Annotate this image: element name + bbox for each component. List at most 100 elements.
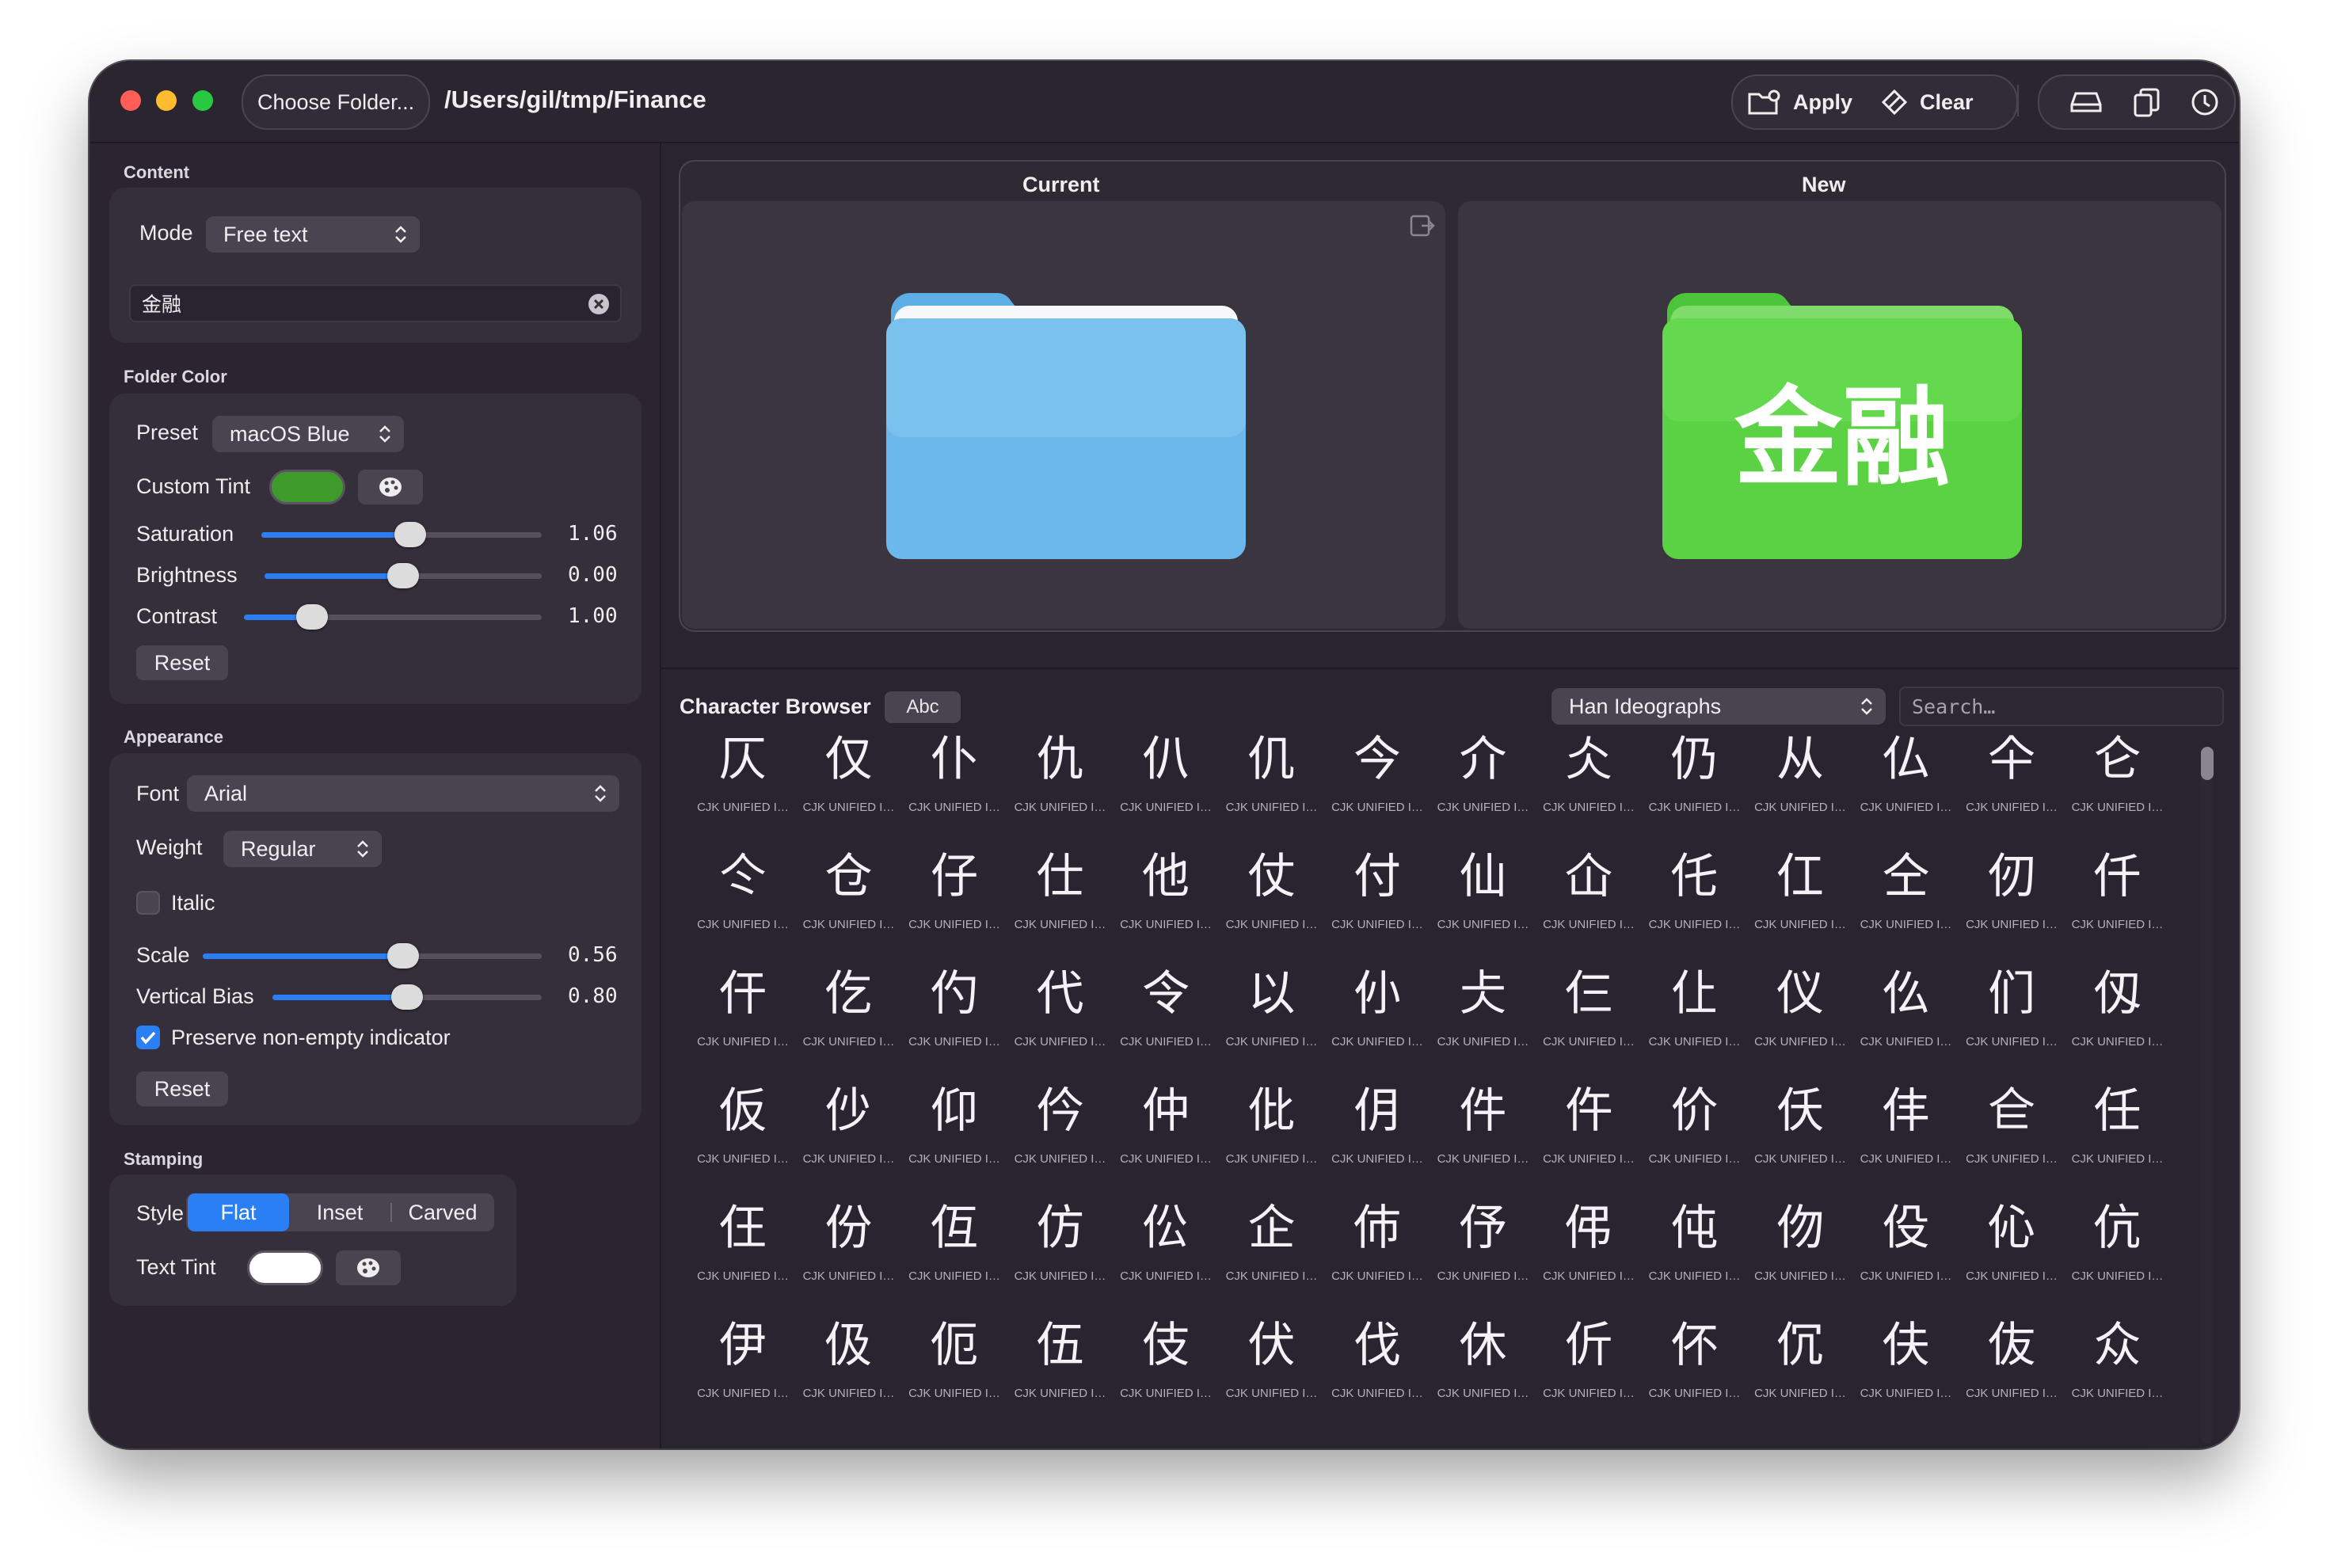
character-cell[interactable]: 伆 CJK UNIFIED I…	[1749, 1197, 1852, 1315]
brightness-knob[interactable]	[387, 563, 419, 588]
character-cell[interactable]: 仮 CJK UNIFIED I…	[691, 1079, 794, 1198]
character-cell[interactable]: 付 CJK UNIFIED I…	[1326, 845, 1429, 964]
custom-tint-palette-button[interactable]	[358, 470, 423, 504]
character-cell[interactable]: 仈 CJK UNIFIED I…	[1114, 728, 1217, 847]
character-cell[interactable]: 伂 CJK UNIFIED I…	[1326, 1197, 1429, 1315]
apply-button[interactable]: Apply	[1747, 76, 1852, 128]
character-cell[interactable]: 从 CJK UNIFIED I…	[1749, 728, 1852, 847]
character-cell[interactable]: 伍 CJK UNIFIED I…	[1009, 1314, 1112, 1433]
character-cell[interactable]: 仅 CJK UNIFIED I…	[798, 728, 900, 847]
text-tint-swatch[interactable]	[247, 1250, 323, 1285]
character-cell[interactable]: 伎 CJK UNIFIED I…	[1114, 1314, 1217, 1433]
style-carved-segment[interactable]: Carved	[392, 1193, 493, 1231]
character-cell[interactable]: 仼 CJK UNIFIED I…	[691, 1197, 794, 1315]
drive-icon[interactable]	[2069, 87, 2103, 116]
character-cell[interactable]: 仑 CJK UNIFIED I…	[2066, 728, 2169, 847]
character-cell[interactable]: 伓 CJK UNIFIED I…	[1643, 1314, 1746, 1433]
character-cell[interactable]: 今 CJK UNIFIED I…	[1326, 728, 1429, 847]
character-cell[interactable]: 伏 CJK UNIFIED I…	[1220, 1314, 1323, 1433]
character-cell[interactable]: 仨 CJK UNIFIED I…	[1537, 962, 1640, 1081]
custom-tint-swatch[interactable]	[269, 470, 345, 504]
appearance-reset-button[interactable]: Reset	[136, 1071, 228, 1106]
scrollbar-thumb[interactable]	[2201, 747, 2214, 780]
text-tint-palette-button[interactable]	[336, 1250, 401, 1285]
character-cell[interactable]: 们 CJK UNIFIED I…	[1960, 962, 2063, 1081]
character-cell[interactable]: 仕 CJK UNIFIED I…	[1009, 845, 1112, 964]
character-cell[interactable]: 仚 CJK UNIFIED I…	[1537, 845, 1640, 964]
font-popup[interactable]: Arial	[187, 775, 619, 812]
character-cell[interactable]: 仹 CJK UNIFIED I…	[1855, 1079, 1958, 1198]
character-cell[interactable]: 伒 CJK UNIFIED I…	[1537, 1314, 1640, 1433]
choose-folder-button[interactable]: Choose Folder...	[242, 74, 431, 130]
preserve-indicator-checkbox[interactable]	[136, 1026, 160, 1049]
character-cell[interactable]: 伕 CJK UNIFIED I…	[1855, 1314, 1958, 1433]
character-cell[interactable]: 仭 CJK UNIFIED I…	[2066, 962, 2169, 1081]
character-cell[interactable]: 件 CJK UNIFIED I…	[1432, 1079, 1535, 1198]
character-cell[interactable]: 企 CJK UNIFIED I…	[1220, 1197, 1323, 1315]
folder-color-reset-button[interactable]: Reset	[136, 645, 228, 680]
character-cell[interactable]: 仆 CJK UNIFIED I…	[903, 728, 1006, 847]
character-cell[interactable]: 仙 CJK UNIFIED I…	[1432, 845, 1535, 964]
character-grid-scrollbar[interactable]	[2201, 747, 2214, 1444]
open-in-finder-icon[interactable]	[1409, 212, 1436, 239]
character-cell[interactable]: 伀 CJK UNIFIED I…	[1114, 1197, 1217, 1315]
brightness-slider[interactable]	[265, 563, 542, 588]
abc-toggle[interactable]: Abc	[885, 691, 961, 723]
character-cell[interactable]: 伈 CJK UNIFIED I…	[1960, 1197, 2063, 1315]
character-cell[interactable]: 仏 CJK UNIFIED I…	[1855, 728, 1958, 847]
character-cell[interactable]: 任 CJK UNIFIED I…	[2066, 1079, 2169, 1198]
character-search-input[interactable]: Search…	[1899, 687, 2224, 726]
character-cell[interactable]: 仳 CJK UNIFIED I…	[1220, 1079, 1323, 1198]
character-cell[interactable]: 仫 CJK UNIFIED I…	[1855, 962, 1958, 1081]
character-cell[interactable]: 仱 CJK UNIFIED I…	[1009, 1079, 1112, 1198]
character-cell[interactable]: 代 CJK UNIFIED I…	[1009, 962, 1112, 1081]
character-cell[interactable]: 伌 CJK UNIFIED I…	[903, 1314, 1006, 1433]
character-cell[interactable]: 仍 CJK UNIFIED I…	[1643, 728, 1746, 847]
contrast-knob[interactable]	[296, 604, 329, 630]
character-cell[interactable]: 仪 CJK UNIFIED I…	[1749, 962, 1852, 1081]
weight-popup[interactable]: Regular	[223, 831, 382, 867]
character-cell[interactable]: 仸 CJK UNIFIED I…	[1749, 1079, 1852, 1198]
character-cell[interactable]: 仾 CJK UNIFIED I…	[903, 1197, 1006, 1315]
saturation-slider[interactable]	[261, 522, 542, 547]
character-cell[interactable]: 份 CJK UNIFIED I…	[798, 1197, 900, 1315]
vertical-bias-knob[interactable]	[391, 984, 423, 1010]
character-cell[interactable]: 伄 CJK UNIFIED I…	[1537, 1197, 1640, 1315]
character-cell[interactable]: 仒 CJK UNIFIED I…	[691, 845, 794, 964]
character-cell[interactable]: 以 CJK UNIFIED I…	[1220, 962, 1323, 1081]
character-cell[interactable]: 仛 CJK UNIFIED I…	[1643, 845, 1746, 964]
character-cell[interactable]: 伃 CJK UNIFIED I…	[1432, 1197, 1535, 1315]
character-cell[interactable]: 仧 CJK UNIFIED I…	[1432, 962, 1535, 1081]
character-cell[interactable]: 伉 CJK UNIFIED I…	[2066, 1197, 2169, 1315]
clear-text-icon[interactable]	[588, 294, 609, 314]
copy-icon[interactable]	[2133, 87, 2161, 117]
character-cell[interactable]: 伔 CJK UNIFIED I…	[1749, 1314, 1852, 1433]
zoom-window-button[interactable]	[192, 90, 213, 111]
character-cell[interactable]: 仵 CJK UNIFIED I…	[1537, 1079, 1640, 1198]
character-cell[interactable]: 仴 CJK UNIFIED I…	[1326, 1079, 1429, 1198]
character-cell[interactable]: 仠 CJK UNIFIED I…	[691, 962, 794, 1081]
character-cell[interactable]: 仢 CJK UNIFIED I…	[903, 962, 1006, 1081]
character-cell[interactable]: 仟 CJK UNIFIED I…	[2066, 845, 2169, 964]
character-cell[interactable]: 众 CJK UNIFIED I…	[2066, 1314, 2169, 1433]
scale-knob[interactable]	[386, 943, 419, 969]
character-cell[interactable]: 伊 CJK UNIFIED I…	[691, 1314, 794, 1433]
italic-checkbox[interactable]	[136, 891, 160, 915]
character-cell[interactable]: 仉 CJK UNIFIED I…	[1220, 728, 1323, 847]
character-cell[interactable]: 仝 CJK UNIFIED I…	[1855, 845, 1958, 964]
minimize-window-button[interactable]	[156, 90, 177, 111]
character-cell[interactable]: 休 CJK UNIFIED I…	[1432, 1314, 1535, 1433]
character-cell[interactable]: 仩 CJK UNIFIED I…	[1643, 962, 1746, 1081]
character-cell[interactable]: 他 CJK UNIFIED I…	[1114, 845, 1217, 964]
character-cell[interactable]: 仜 CJK UNIFIED I…	[1749, 845, 1852, 964]
content-text-field[interactable]: 金融	[129, 284, 622, 322]
character-cell[interactable]: 仲 CJK UNIFIED I…	[1114, 1079, 1217, 1198]
character-cell[interactable]: 仡 CJK UNIFIED I…	[798, 962, 900, 1081]
character-cell[interactable]: 仺 CJK UNIFIED I…	[1960, 1079, 2063, 1198]
category-popup[interactable]: Han Ideographs	[1551, 688, 1886, 725]
character-cell[interactable]: 仇 CJK UNIFIED I…	[1009, 728, 1112, 847]
scale-slider[interactable]	[203, 943, 542, 969]
style-inset-segment[interactable]: Inset	[291, 1193, 389, 1231]
vertical-bias-slider[interactable]	[272, 984, 542, 1010]
character-cell[interactable]: 仔 CJK UNIFIED I…	[903, 845, 1006, 964]
